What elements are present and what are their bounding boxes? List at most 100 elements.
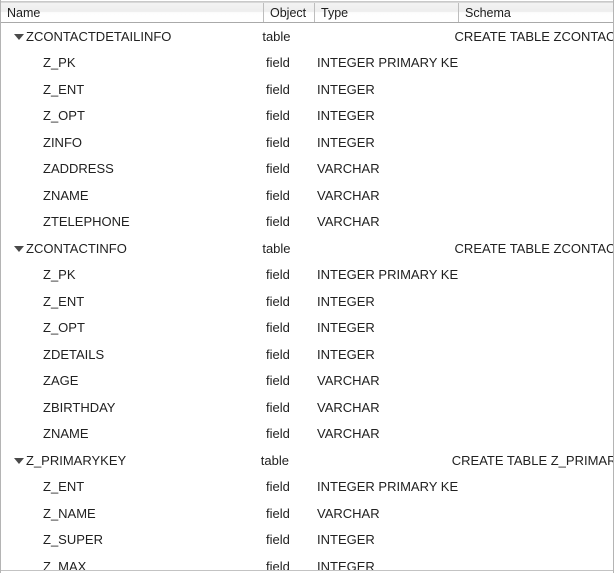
column-header-name[interactable]: Name bbox=[1, 3, 263, 22]
table-row[interactable]: ZCONTACTINFO table CREATE TABLE ZCONTAC bbox=[1, 235, 613, 262]
table-row[interactable]: Z_PK field INTEGER PRIMARY KEY bbox=[1, 262, 613, 289]
row-object-label: table bbox=[262, 28, 291, 44]
column-header-schema-label: Schema bbox=[465, 5, 511, 20]
row-type-label: VARCHAR bbox=[317, 399, 380, 415]
row-type-cell: INTEGER bbox=[314, 315, 458, 342]
row-type-label: VARCHAR bbox=[317, 161, 380, 177]
row-type-cell: VARCHAR bbox=[314, 209, 458, 236]
row-name-cell[interactable]: Z_PK bbox=[1, 262, 263, 289]
row-name-cell[interactable]: ZCONTACTDETAILINFO bbox=[1, 23, 259, 50]
row-name-cell[interactable]: Z_ENT bbox=[1, 76, 263, 103]
table-row[interactable]: Z_ENT field INTEGER bbox=[1, 288, 613, 315]
table-row[interactable]: ZINFO field INTEGER bbox=[1, 129, 613, 156]
row-name-label: Z_OPT bbox=[43, 320, 85, 336]
row-schema-label: CREATE TABLE Z_PRIMAR bbox=[451, 452, 613, 468]
table-row[interactable]: ZNAME field VARCHAR bbox=[1, 182, 613, 209]
row-name-cell[interactable]: ZNAME bbox=[1, 421, 263, 448]
row-type-cell: VARCHAR bbox=[314, 182, 458, 209]
row-name-cell[interactable]: Z_ENT bbox=[1, 474, 263, 501]
disclosure-triangle-down-icon[interactable] bbox=[14, 246, 24, 253]
table-row[interactable]: ZDETAILS field INTEGER bbox=[1, 341, 613, 368]
table-row[interactable]: ZCONTACTDETAILINFO table CREATE TABLE ZCON… bbox=[1, 23, 613, 50]
table-row[interactable]: Z_ENT field INTEGER bbox=[1, 76, 613, 103]
row-name-cell[interactable]: Z_SUPER bbox=[1, 527, 263, 554]
row-name-cell[interactable]: ZNAME bbox=[1, 182, 263, 209]
row-type-cell: VARCHAR bbox=[314, 421, 458, 448]
row-schema-cell bbox=[458, 50, 613, 77]
column-header-object[interactable]: Object bbox=[263, 3, 314, 22]
row-name-cell[interactable]: ZAGE bbox=[1, 368, 263, 395]
row-name-cell[interactable]: ZDETAILS bbox=[1, 341, 263, 368]
row-name-cell[interactable]: Z_ENT bbox=[1, 288, 263, 315]
row-name-cell[interactable]: Z_OPT bbox=[1, 103, 263, 130]
row-type-label: INTEGER bbox=[317, 293, 375, 309]
row-object-label: field bbox=[266, 55, 290, 71]
row-name-cell[interactable]: ZINFO bbox=[1, 129, 263, 156]
row-schema-cell bbox=[458, 76, 613, 103]
row-object-label: field bbox=[266, 214, 290, 230]
row-type-cell: INTEGER bbox=[314, 129, 458, 156]
row-schema-cell: CREATE TABLE ZCONTAC bbox=[452, 235, 613, 262]
column-header-type[interactable]: Type bbox=[314, 3, 458, 22]
table-row[interactable]: ZTELEPHONE field VARCHAR bbox=[1, 209, 613, 236]
column-header-schema[interactable]: Schema bbox=[458, 3, 613, 22]
row-schema-cell bbox=[458, 103, 613, 130]
table-row[interactable]: Z_SUPER field INTEGER bbox=[1, 527, 613, 554]
row-name-label: Z_SUPER bbox=[43, 532, 103, 548]
row-type-cell bbox=[310, 235, 452, 262]
row-name-label: ZADDRESS bbox=[43, 161, 114, 177]
row-type-label: VARCHAR bbox=[317, 373, 380, 389]
row-type-cell: INTEGER bbox=[314, 527, 458, 554]
row-type-label: VARCHAR bbox=[317, 505, 380, 521]
row-object-cell: field bbox=[263, 527, 314, 554]
row-schema-cell bbox=[458, 500, 613, 527]
table-row[interactable]: Z_NAME field VARCHAR bbox=[1, 500, 613, 527]
row-name-cell[interactable]: Z_PRIMARYKEY bbox=[1, 447, 258, 474]
disclosure-triangle-down-icon[interactable] bbox=[14, 34, 24, 41]
row-name-cell[interactable]: Z_OPT bbox=[1, 315, 263, 342]
row-name-cell[interactable]: Z_NAME bbox=[1, 500, 263, 527]
row-schema-cell bbox=[458, 288, 613, 315]
row-schema-cell bbox=[458, 421, 613, 448]
row-name-cell[interactable]: ZBIRTHDAY bbox=[1, 394, 263, 421]
row-type-label: INTEGER PRIMARY KEY bbox=[317, 267, 458, 283]
table-row[interactable]: ZAGE field VARCHAR bbox=[1, 368, 613, 395]
row-type-cell: VARCHAR bbox=[314, 394, 458, 421]
column-header-object-label: Object bbox=[270, 5, 307, 20]
column-header-name-label: Name bbox=[7, 5, 41, 20]
row-object-label: field bbox=[266, 426, 290, 442]
row-object-cell: field bbox=[263, 394, 314, 421]
row-name-cell[interactable]: ZTELEPHONE bbox=[1, 209, 263, 236]
row-name-label: Z_ENT bbox=[43, 81, 85, 97]
row-name-cell[interactable]: ZCONTACTINFO bbox=[1, 235, 259, 262]
table-row[interactable]: Z_PK field INTEGER PRIMARY KEY bbox=[1, 50, 613, 77]
table-row[interactable]: Z_OPT field INTEGER bbox=[1, 315, 613, 342]
row-schema-label: CREATE TABLE ZCONTAC bbox=[454, 240, 613, 256]
row-object-cell: field bbox=[263, 262, 314, 289]
row-type-cell: VARCHAR bbox=[314, 156, 458, 183]
row-schema-cell bbox=[458, 209, 613, 236]
table-row[interactable]: Z_ENT field INTEGER PRIMARY KEY bbox=[1, 474, 613, 501]
table-row[interactable]: Z_PRIMARYKEY table CREATE TABLE Z_PRIMAR bbox=[1, 447, 613, 474]
row-name-label: Z_PK bbox=[43, 55, 76, 71]
row-schema-cell: CREATE TABLE ZCONTAC bbox=[452, 23, 613, 50]
row-type-cell: VARCHAR bbox=[314, 368, 458, 395]
disclosure-triangle-down-icon[interactable] bbox=[14, 458, 24, 465]
row-name-cell[interactable]: Z_PK bbox=[1, 50, 263, 77]
table-row[interactable]: Z_OPT field INTEGER bbox=[1, 103, 613, 130]
row-name-cell[interactable]: ZADDRESS bbox=[1, 156, 263, 183]
row-type-label: INTEGER PRIMARY KEY bbox=[317, 55, 458, 71]
column-header-type-label: Type bbox=[321, 5, 349, 20]
row-type-label: INTEGER bbox=[317, 108, 375, 124]
schema-row-list[interactable]: ZCONTACTDETAILINFO table CREATE TABLE ZCON… bbox=[1, 23, 613, 573]
table-row[interactable]: ZADDRESS field VARCHAR bbox=[1, 156, 613, 183]
row-schema-cell bbox=[458, 182, 613, 209]
row-schema-cell bbox=[458, 315, 613, 342]
row-name-label: ZNAME bbox=[43, 426, 89, 442]
row-object-cell: field bbox=[263, 209, 314, 236]
row-name-label: ZNAME bbox=[43, 187, 89, 203]
table-row[interactable]: ZBIRTHDAY field VARCHAR bbox=[1, 394, 613, 421]
row-type-cell: INTEGER bbox=[314, 76, 458, 103]
row-schema-cell: CREATE TABLE Z_PRIMAR bbox=[449, 447, 613, 474]
table-row[interactable]: ZNAME field VARCHAR bbox=[1, 421, 613, 448]
